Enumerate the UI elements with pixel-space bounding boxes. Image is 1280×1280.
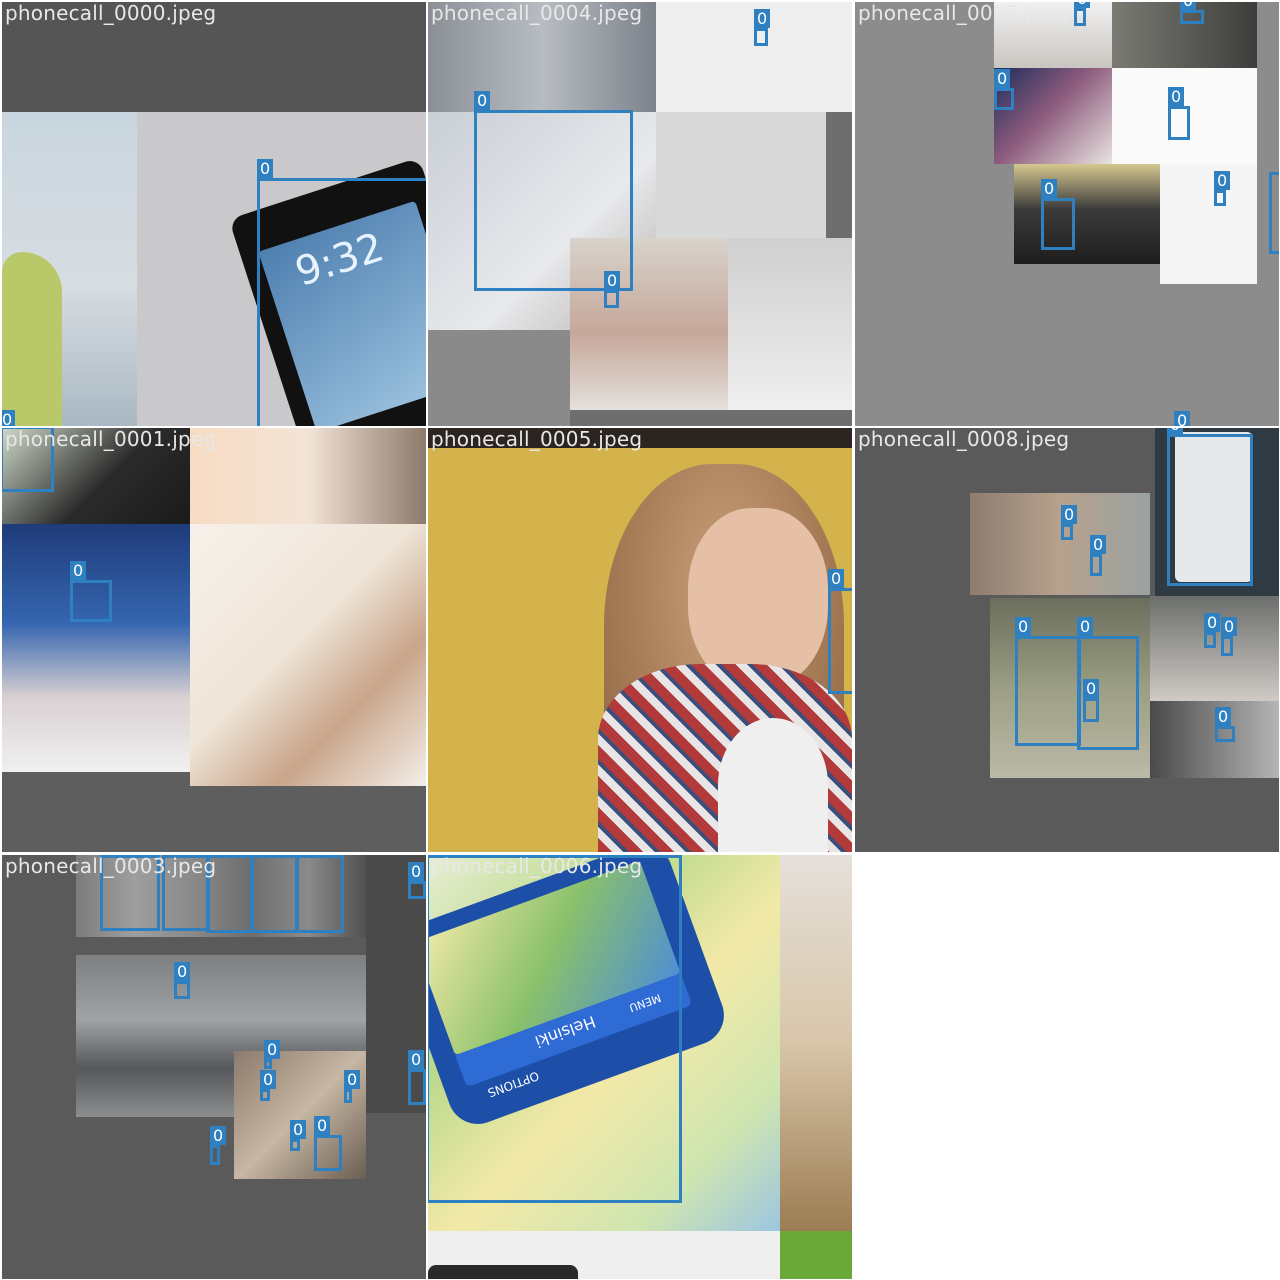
- box-label: 0: [70, 561, 87, 580]
- box-label: 0: [344, 1070, 361, 1089]
- bounding-box: 0: [210, 1126, 227, 1165]
- box-label: 0: [1168, 87, 1185, 106]
- mosaic-tile: 9:32 0 0 phonecall_0000.jpeg: [2, 2, 426, 426]
- bounding-box: 0: [474, 91, 633, 291]
- bounding-box: 0: [1074, 2, 1091, 26]
- tile-filename: phonecall_0007.jpeg: [858, 2, 1070, 25]
- bounding-box: 0: [260, 1070, 277, 1101]
- man-crossed-arms-photo: [728, 238, 852, 410]
- box-label: 0: [1015, 617, 1032, 636]
- box-label: 0: [1074, 2, 1091, 8]
- box-label: 0: [1221, 617, 1238, 636]
- woman-couch-photo: [190, 524, 426, 786]
- grass-photo: [780, 1231, 852, 1279]
- box-label: 0: [1061, 505, 1078, 524]
- woman-face: [688, 508, 828, 688]
- worker-vest: [2, 252, 62, 426]
- bounding-box: 0: [1041, 179, 1075, 250]
- bounding-box: 0: [1061, 505, 1078, 540]
- mosaic-tile: 0 0 0 0 0 0 0 0 0 phonecall_0008.jpeg: [855, 428, 1279, 852]
- mosaic-tile: 0 0 0 phonecall_0004.jpeg: [428, 2, 852, 426]
- mosaic-grid: 9:32 0 0 phonecall_0000.jpeg 0 0 0 phone…: [0, 0, 1280, 1280]
- bounding-box: 0: [754, 9, 771, 46]
- bounding-box: [1269, 172, 1279, 254]
- bounding-box: 0: [250, 855, 298, 933]
- box-label: 0: [1167, 428, 1184, 434]
- bounding-box: 0: [264, 1040, 281, 1069]
- box-label: 0: [257, 159, 274, 178]
- box-label: 0: [1077, 617, 1094, 636]
- box-label: 0: [314, 1116, 331, 1135]
- bounding-box: 0: [257, 159, 426, 426]
- bounding-box: 0: [604, 271, 621, 308]
- bounding-box: 0: [828, 569, 852, 694]
- bounding-box: 0: [1015, 617, 1081, 746]
- box-label: 0: [1041, 179, 1058, 198]
- woman-earphone-photo: [1150, 596, 1279, 701]
- mosaic-tile: 0 phonecall_0005.jpeg: [428, 428, 852, 852]
- bounding-box: 0: [1168, 87, 1190, 140]
- dark-phone-edge: [428, 1265, 578, 1279]
- bounding-box: 0: [1221, 617, 1238, 656]
- bounding-box: 0: [1083, 679, 1100, 722]
- bounding-box: 0: [290, 1120, 307, 1151]
- box-label: 0: [1180, 2, 1197, 10]
- peach-photo: [190, 428, 426, 524]
- mosaic-tile: 0 phonecall_0001.jpeg: [2, 428, 426, 852]
- mosaic-tile: Helsinki MENU OPTIONS 0 phonecall_0006.j…: [428, 855, 852, 1279]
- bounding-box: 0: [344, 1070, 361, 1103]
- walking-man-photo: [656, 112, 826, 242]
- bounding-box: 0: [408, 862, 426, 899]
- bounding-box: 0: [428, 855, 682, 1203]
- box-label: 0: [1174, 411, 1191, 426]
- box-label: 0: [408, 862, 425, 881]
- box-label: 0: [474, 91, 491, 110]
- knit-photo: [780, 855, 852, 1231]
- box-label: 0: [1214, 171, 1231, 190]
- tile-filename: phonecall_0000.jpeg: [5, 2, 217, 25]
- finance-woman-photo: [2, 524, 190, 772]
- box-label: 0: [1090, 535, 1107, 554]
- hardhat-photo: [970, 493, 1150, 595]
- gray-overlay: [428, 330, 570, 426]
- box-label: 0: [290, 1120, 307, 1139]
- tile-filename: phonecall_0001.jpeg: [5, 428, 217, 451]
- box-label: 0: [264, 1040, 281, 1059]
- bounding-box: 0: [1215, 707, 1235, 742]
- box-label: 0: [408, 1050, 425, 1069]
- box-label: 0: [1083, 679, 1100, 698]
- driving-phone-photo: [1014, 164, 1160, 264]
- bounding-box: 0: [1204, 613, 1221, 648]
- bounding-box: 0: [314, 1116, 342, 1171]
- box-label: 0: [174, 962, 191, 981]
- box-label: 0: [210, 1126, 227, 1145]
- mosaic-tile: 0 0 0 0 0 0 0 phonecall_0007.jpeg: [855, 2, 1279, 426]
- tile-filename: phonecall_0006.jpeg: [431, 855, 643, 878]
- box-label: 0: [604, 271, 621, 290]
- bounding-box: 0: [1167, 428, 1253, 586]
- bounding-box: 0: [408, 1050, 426, 1105]
- bounding-box: 0: [1090, 535, 1107, 576]
- bounding-box: 0: [994, 69, 1014, 110]
- box-label: 0: [994, 69, 1011, 88]
- white-tee: [718, 718, 828, 852]
- bounding-box: 0: [70, 561, 112, 622]
- bounding-box: 0: [1214, 171, 1231, 206]
- box-label: 0: [1204, 613, 1221, 632]
- tile-filename: phonecall_0003.jpeg: [5, 855, 217, 878]
- box-label: 0: [754, 9, 771, 28]
- box-label: 0: [828, 569, 845, 588]
- bounding-box: 0: [296, 855, 344, 933]
- standing-man-photo: [1160, 164, 1257, 284]
- box-label: 0: [1215, 707, 1232, 726]
- mosaic-tile: 0 0 0 0 0 0 0 0 0 0 0 0 0 0 phonecall_00…: [2, 855, 426, 1279]
- bounding-box: 0: [174, 962, 191, 999]
- box-label: 0: [2, 410, 16, 426]
- tile-filename: phonecall_0008.jpeg: [858, 428, 1070, 451]
- tile-filename: phonecall_0005.jpeg: [431, 428, 643, 451]
- tile-filename: phonecall_0004.jpeg: [431, 2, 643, 25]
- bounding-box: 0: [1180, 2, 1204, 24]
- box-label: 0: [260, 1070, 277, 1089]
- trading-desk-photo: [994, 68, 1112, 164]
